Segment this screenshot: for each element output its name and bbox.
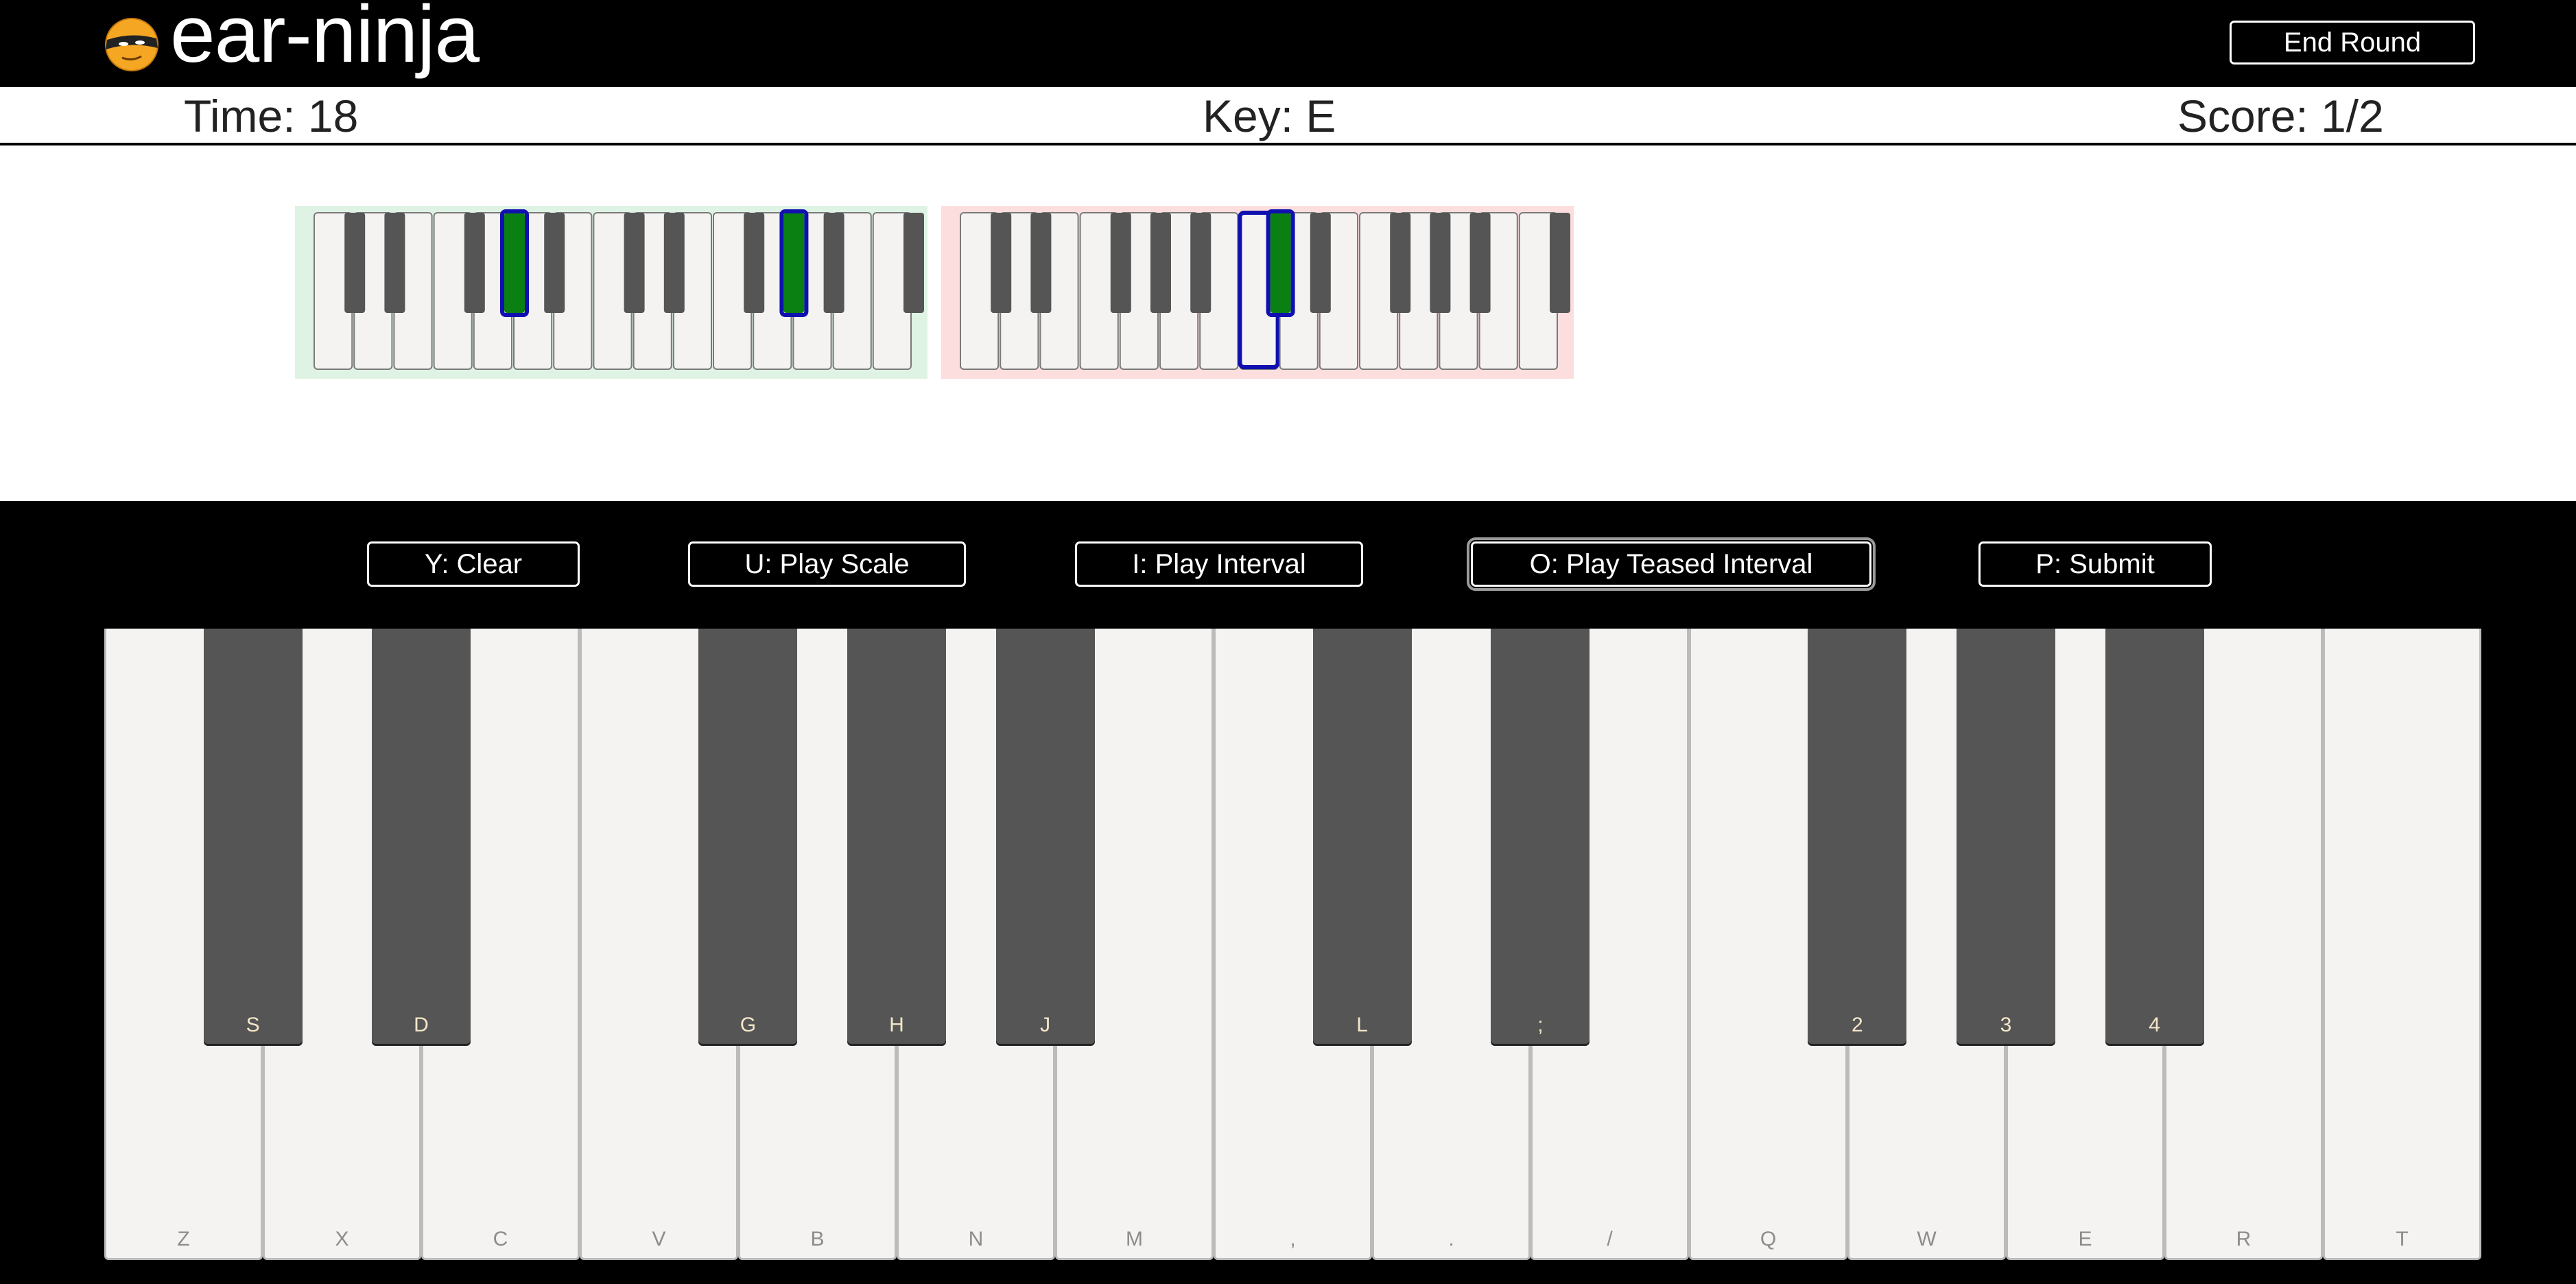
mini-black-key	[624, 213, 645, 313]
key-label: .	[1448, 1228, 1454, 1250]
mini-black-key	[1270, 213, 1291, 313]
key-label: T	[2396, 1228, 2409, 1250]
black-key[interactable]: 2	[1808, 629, 1907, 1044]
key-label: /	[1607, 1228, 1613, 1250]
status-bar: Time: 18 Key: E Score: 1/2	[0, 87, 2576, 145]
key-label: E	[2078, 1228, 2092, 1250]
mini-black-key	[663, 213, 685, 313]
mini-black-key	[464, 213, 485, 313]
play-scale-button[interactable]: U: Play Scale	[688, 541, 966, 587]
key-label: 4	[2149, 1014, 2160, 1036]
key-label: S	[246, 1014, 260, 1036]
play-interval-button[interactable]: I: Play Interval	[1075, 541, 1363, 587]
key-label: V	[652, 1228, 666, 1250]
mini-black-key	[823, 213, 844, 313]
key-label: Q	[1760, 1228, 1777, 1250]
key-label: L	[1356, 1014, 1368, 1036]
key-label: R	[2236, 1228, 2252, 1250]
key-label: ;	[1537, 1014, 1544, 1036]
key-label: C	[493, 1228, 508, 1250]
history-piano-correct	[295, 206, 927, 379]
mini-black-key	[991, 213, 1012, 313]
mini-black-key	[344, 213, 366, 313]
mini-black-key	[1469, 213, 1491, 313]
black-key[interactable]: 3	[1957, 629, 2055, 1044]
score-display: Score: 1/2	[2177, 91, 2384, 141]
clear-button[interactable]: Y: Clear	[367, 541, 580, 587]
black-key[interactable]: ;	[1491, 629, 1590, 1044]
header: ear-ninja End Round	[0, 0, 2576, 87]
key-label: X	[335, 1228, 349, 1250]
mini-black-key	[504, 213, 525, 313]
mini-black-key	[903, 213, 924, 313]
app-title: ear-ninja	[170, 0, 480, 80]
key-label: H	[889, 1014, 904, 1036]
key-label: 2	[1852, 1014, 1863, 1036]
time-display: Time: 18	[184, 91, 359, 141]
white-key[interactable]: T	[2323, 629, 2481, 1260]
mini-black-key	[1310, 213, 1331, 313]
keyboard-panel: Z X C V B N M,. / Q W E R T S D G H J L; 2 3 4 Y: Clear U: Pl…	[0, 501, 2576, 1284]
play-teased-interval-button[interactable]: O: Play Teased Interval	[1467, 537, 1876, 591]
black-key[interactable]: S	[203, 629, 303, 1044]
key-label: N	[968, 1228, 984, 1250]
piano-keyboard: Z X C V B N M,. / Q W E R T S D G H J L; 2 3 4	[0, 501, 2576, 1284]
mini-black-key	[384, 213, 405, 313]
end-round-button[interactable]: End Round	[2230, 21, 2475, 65]
mini-black-key	[1430, 213, 1451, 313]
black-key[interactable]: G	[698, 629, 798, 1044]
black-key[interactable]: J	[995, 629, 1095, 1044]
key-label: B	[810, 1228, 825, 1250]
mini-black-key	[1190, 213, 1212, 313]
ninja-face-icon	[105, 18, 158, 71]
mini-black-key	[1390, 213, 1411, 313]
key-label: Z	[177, 1228, 190, 1250]
mini-black-key	[544, 213, 565, 313]
mini-black-key	[1150, 213, 1171, 313]
black-key[interactable]: 4	[2105, 629, 2204, 1044]
submit-button[interactable]: P: Submit	[1978, 541, 2212, 587]
answer-history	[0, 145, 2576, 501]
history-piano-incorrect	[941, 206, 1574, 379]
key-label: D	[414, 1014, 429, 1036]
key-label: W	[1917, 1228, 1937, 1250]
mini-black-key	[1550, 213, 1570, 313]
key-label: G	[740, 1014, 757, 1036]
mini-black-key	[1110, 213, 1131, 313]
key-label: 3	[2000, 1014, 2012, 1036]
black-key[interactable]: L	[1312, 629, 1412, 1044]
mini-black-key	[783, 213, 805, 313]
key-label: ,	[1290, 1228, 1296, 1250]
key-label: M	[1126, 1228, 1143, 1250]
mini-black-key	[1030, 213, 1052, 313]
black-key[interactable]: H	[847, 629, 946, 1044]
black-key[interactable]: D	[372, 629, 471, 1044]
key-display: Key: E	[1203, 91, 1336, 141]
key-label: J	[1040, 1014, 1051, 1036]
mini-black-key	[744, 213, 765, 313]
